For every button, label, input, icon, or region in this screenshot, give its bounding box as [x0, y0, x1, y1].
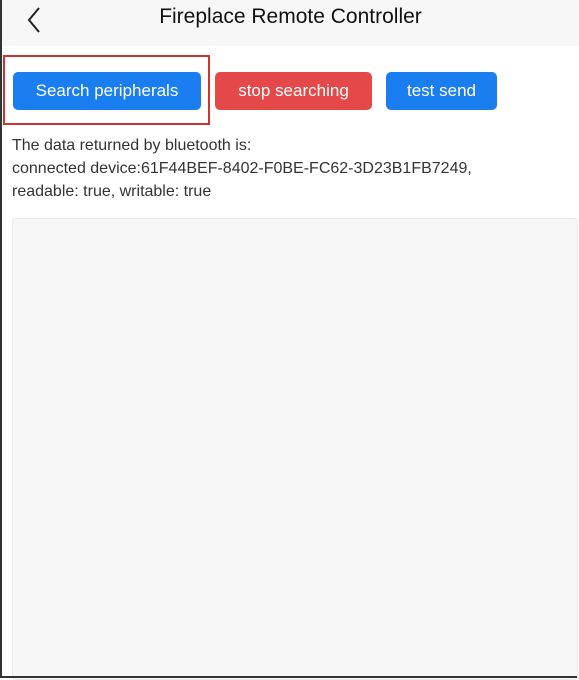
connected-device-text: connected device:61F44BEF-8402-F0BE-FC62…: [12, 160, 472, 177]
bluetooth-info: The data returned by bluetooth is: conne…: [12, 134, 579, 203]
nav-bar: Fireplace Remote Controller: [2, 0, 579, 46]
search-peripherals-button[interactable]: Search peripherals: [13, 72, 201, 110]
action-toolbar: Search peripherals stop searching test s…: [13, 72, 497, 110]
test-send-button[interactable]: test send: [386, 72, 497, 110]
page-title: Fireplace Remote Controller: [159, 5, 422, 28]
stop-searching-button[interactable]: stop searching: [215, 72, 372, 110]
data-output-area[interactable]: [12, 218, 578, 680]
info-heading: The data returned by bluetooth is:: [12, 137, 252, 154]
permissions-text: readable: true, writable: true: [12, 183, 212, 200]
